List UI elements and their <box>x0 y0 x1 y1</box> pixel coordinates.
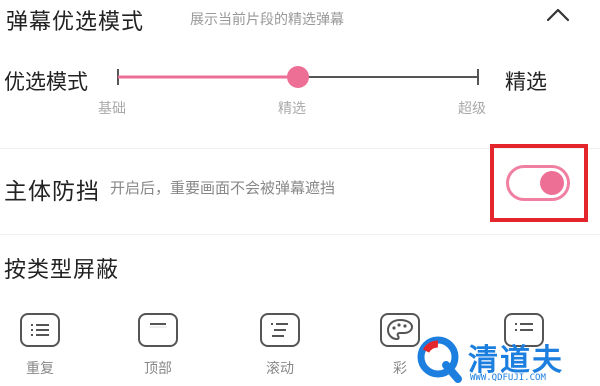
top-bar-icon <box>138 313 178 347</box>
watermark-logo-icon <box>417 336 462 383</box>
tick-label-basic: 基础 <box>98 101 126 117</box>
type-item-scroll[interactable]: 滚动 <box>250 313 310 378</box>
watermark: 清道夫 WWW.QDFUJI.COM <box>410 333 600 386</box>
section-title: 弹幕优选模式 <box>6 10 145 35</box>
slider-value-label: 精选 <box>505 70 547 94</box>
subject-block-description: 开启后，重要画面不会被弹幕遮挡 <box>110 179 336 197</box>
collapse-button[interactable] <box>540 0 576 30</box>
chevron-up-icon <box>546 8 570 22</box>
slider-knob[interactable] <box>287 66 309 88</box>
scroll-list-icon <box>260 313 300 347</box>
block-by-type-title: 按类型屏蔽 <box>4 258 120 283</box>
preference-slider[interactable] <box>116 65 484 89</box>
divider <box>0 234 600 235</box>
type-item-label: 重复 <box>26 361 54 377</box>
type-item-repeat[interactable]: 重复 <box>10 313 70 378</box>
slider-svg <box>117 66 479 88</box>
slider-label: 优选模式 <box>4 70 88 94</box>
tick-label-selected: 精选 <box>278 101 306 117</box>
subject-block-toggle[interactable] <box>506 165 570 201</box>
repeat-list-icon <box>20 313 60 347</box>
section-description: 展示当前片段的精选弹幕 <box>190 12 344 28</box>
type-item-label: 滚动 <box>266 361 294 377</box>
type-item-label: 顶部 <box>144 361 172 377</box>
tick-label-super: 超级 <box>458 101 486 117</box>
type-item-top[interactable]: 顶部 <box>128 313 188 378</box>
toggle-knob <box>540 171 564 195</box>
watermark-url: WWW.QDFUJI.COM <box>470 373 546 383</box>
subject-block-title: 主体防挡 <box>4 179 100 205</box>
